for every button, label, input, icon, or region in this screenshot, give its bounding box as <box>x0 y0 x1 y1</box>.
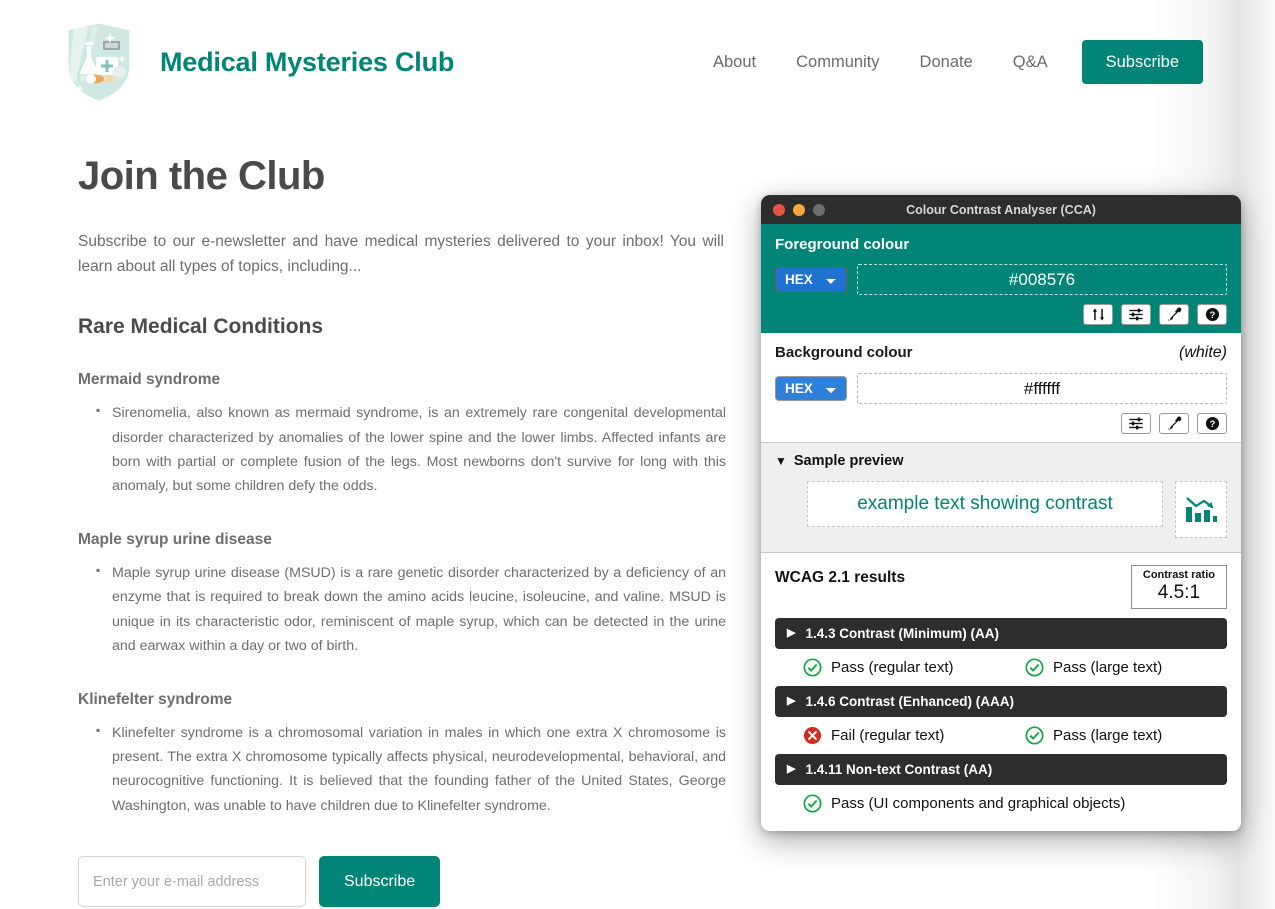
signup-form: Subscribe <box>78 856 726 908</box>
brand-title: Medical Mysteries Club <box>160 46 455 77</box>
result-text: Pass (large text) <box>1053 727 1163 745</box>
criterion-label: 1.4.3 Contrast (Minimum) (AA) <box>805 626 999 642</box>
sample-preview-title: Sample preview <box>793 453 904 469</box>
cca-titlebar[interactable]: Colour Contrast Analyser (CCA) <box>761 195 1241 224</box>
wcag-results-panel: WCAG 2.1 results Contrast ratio 4.5:1 ▶ … <box>761 553 1241 831</box>
header-subscribe-button[interactable]: Subscribe <box>1081 39 1203 85</box>
background-format-select[interactable]: HEX <box>775 376 847 401</box>
help-icon[interactable]: ? <box>1197 413 1227 434</box>
foreground-label: Foreground colour <box>775 236 910 253</box>
sample-preview-body: example text showing contrast <box>775 481 1227 538</box>
close-window-button[interactable] <box>773 203 785 216</box>
criterion-1-4-11[interactable]: ▶ 1.4.11 Non-text Contrast (AA) <box>775 754 1227 786</box>
condition-list: Sirenomelia, also known as mermaid syndr… <box>78 400 726 499</box>
result-text: Fail (regular text) <box>831 727 945 745</box>
nav-link-qa[interactable]: Q&A <box>993 53 1068 72</box>
minimize-window-button[interactable] <box>793 203 805 216</box>
contrast-ratio-value: 4.5:1 <box>1157 582 1201 604</box>
criterion-1-4-6-results: Fail (regular text) Pass (large text) <box>775 726 1227 745</box>
result-pass-large-text: Pass (large text) <box>1025 726 1162 745</box>
background-colour-row: HEX #ffffff <box>775 373 1227 404</box>
pass-check-icon <box>803 658 822 677</box>
result-text: Pass (large text) <box>1053 659 1163 677</box>
condition-title: Mermaid syndrome <box>78 371 221 389</box>
colour-sliders-icon[interactable] <box>1121 304 1151 325</box>
subscribe-button[interactable]: Subscribe <box>319 856 441 908</box>
condition-title: Klinefelter syndrome <box>78 690 233 708</box>
email-input[interactable] <box>78 856 306 908</box>
result-fail-regular-text: Fail (regular text) <box>803 726 1025 745</box>
result-pass-regular-text: Pass (regular text) <box>803 658 1025 677</box>
list-item: Sirenomelia, also known as mermaid syndr… <box>96 400 726 499</box>
chevron-right-icon: ▶ <box>787 627 796 640</box>
eyedropper-icon[interactable] <box>1159 304 1189 325</box>
svg-text:?: ? <box>1209 419 1215 429</box>
criterion-1-4-3[interactable]: ▶ 1.4.3 Contrast (Minimum) (AA) <box>775 618 1227 650</box>
result-text: Pass (UI components and graphical object… <box>831 795 1126 813</box>
sample-preview-panel: ▼ Sample preview example text showing co… <box>761 443 1241 553</box>
bar-chart-declining-icon <box>1186 496 1217 522</box>
criterion-1-4-6[interactable]: ▶ 1.4.6 Contrast (Enhanced) (AAA) <box>775 686 1227 718</box>
criterion-label: 1.4.6 Contrast (Enhanced) (AAA) <box>805 694 1014 710</box>
svg-text:?: ? <box>1209 310 1215 320</box>
criterion-1-4-11-results: Pass (UI components and graphical object… <box>775 794 1227 813</box>
chevron-down-icon: ▼ <box>775 454 787 468</box>
fail-cross-icon <box>803 726 822 745</box>
page-title: Join the Club <box>78 154 325 198</box>
cca-window: Colour Contrast Analyser (CCA) Foregroun… <box>761 195 1241 831</box>
sample-graphic <box>1175 481 1227 538</box>
result-pass-ui-components: Pass (UI components and graphical object… <box>803 794 1125 813</box>
wcag-results-title: WCAG 2.1 results <box>775 569 906 586</box>
contrast-ratio-label: Contrast ratio <box>1142 569 1215 581</box>
background-colour-note: (white) <box>1178 344 1227 361</box>
chevron-right-icon: ▶ <box>787 695 796 708</box>
foreground-colour-value[interactable]: #008576 <box>857 264 1227 295</box>
cca-window-title: Colour Contrast Analyser (CCA) <box>906 202 1096 217</box>
background-header: Background colour (white) <box>775 344 1227 362</box>
brand[interactable]: Medical Mysteries Club <box>62 19 454 105</box>
list-item: Klinefelter syndrome is a chromosomal va… <box>96 720 726 819</box>
site-header: Medical Mysteries Club About Community D… <box>0 0 1275 124</box>
pass-check-icon <box>803 794 822 813</box>
background-colour-value[interactable]: #ffffff <box>857 373 1227 404</box>
section-title: Rare Medical Conditions <box>78 315 324 339</box>
page-root: Medical Mysteries Club About Community D… <box>0 0 1275 909</box>
background-icon-row: ? <box>775 413 1227 434</box>
pass-check-icon <box>1025 726 1044 745</box>
list-item: Maple syrup urine disease (MSUD) is a ra… <box>96 560 726 659</box>
condition-list: Klinefelter syndrome is a chromosomal va… <box>78 720 726 819</box>
background-label: Background colour <box>775 344 913 361</box>
chevron-right-icon: ▶ <box>787 763 796 776</box>
foreground-icon-row: ? <box>775 304 1227 325</box>
result-pass-large-text: Pass (large text) <box>1025 658 1162 677</box>
intro-paragraph: Subscribe to our e-newsletter and have m… <box>78 233 724 276</box>
nav-link-community[interactable]: Community <box>776 53 899 72</box>
foreground-colour-row: HEX #008576 <box>775 264 1227 295</box>
window-traffic-lights <box>773 203 825 216</box>
swap-colours-icon[interactable] <box>1083 304 1113 325</box>
nav-link-donate[interactable]: Donate <box>900 53 993 72</box>
help-icon[interactable]: ? <box>1197 304 1227 325</box>
pass-check-icon <box>1025 658 1044 677</box>
zoom-window-button[interactable] <box>813 203 825 216</box>
nav-link-about[interactable]: About <box>713 53 776 72</box>
main-nav: About Community Donate Q&A Subscribe <box>713 39 1203 85</box>
wcag-results-header: WCAG 2.1 results Contrast ratio 4.5:1 <box>775 565 1227 610</box>
foreground-panel: Foreground colour HEX #008576 ? <box>761 224 1241 333</box>
shield-lab-badge-icon <box>62 19 136 105</box>
criterion-1-4-3-results: Pass (regular text) Pass (large text) <box>775 658 1227 677</box>
result-text: Pass (regular text) <box>831 659 954 677</box>
contrast-ratio-box: Contrast ratio 4.5:1 <box>1130 565 1227 610</box>
criterion-label: 1.4.11 Non-text Contrast (AA) <box>805 762 993 778</box>
colour-sliders-icon[interactable] <box>1121 413 1151 434</box>
condition-list: Maple syrup urine disease (MSUD) is a ra… <box>78 560 726 659</box>
background-panel: Background colour (white) HEX #ffffff ? <box>761 333 1241 443</box>
main-content: Join the Club Subscribe to our e-newslet… <box>78 124 726 909</box>
sample-text: example text showing contrast <box>807 481 1163 527</box>
foreground-format-select[interactable]: HEX <box>775 267 847 292</box>
sample-preview-toggle[interactable]: ▼ Sample preview <box>775 453 1227 469</box>
condition-title: Maple syrup urine disease <box>78 530 272 548</box>
eyedropper-icon[interactable] <box>1159 413 1189 434</box>
